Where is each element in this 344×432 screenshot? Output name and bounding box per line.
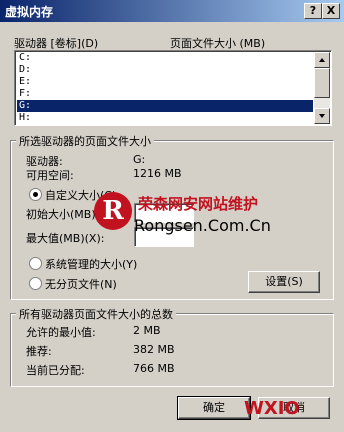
- min-allowed-label: 允许的最小值:: [26, 326, 96, 339]
- watermark-brand-cn: 荣森网安网站维护: [138, 195, 259, 213]
- recommended-label: 推荐:: [26, 345, 52, 358]
- triangle-up-icon: [319, 58, 325, 62]
- system-managed-label: 系统管理的大小(Y): [45, 258, 138, 271]
- ok-button[interactable]: 确定: [177, 396, 251, 420]
- watermark-logo: R: [94, 192, 132, 230]
- free-space-label: 可用空间:: [26, 169, 74, 182]
- title-bar: 虚拟内存 ? X: [0, 0, 344, 22]
- scroll-down-button[interactable]: [314, 108, 330, 124]
- selected-drive-value: G:: [133, 153, 146, 166]
- initial-size-label: 初始大小(MB): [26, 208, 96, 221]
- min-allowed-value: 2 MB: [133, 324, 161, 337]
- drive-row-f[interactable]: F:: [17, 88, 313, 100]
- window-title: 虚拟内存: [5, 5, 54, 19]
- currently-allocated-label: 当前已分配:: [26, 364, 85, 377]
- custom-size-radio[interactable]: [29, 188, 42, 201]
- help-button[interactable]: ?: [304, 3, 322, 19]
- drive-row-c[interactable]: C:: [17, 52, 313, 64]
- scroll-thumb[interactable]: [314, 68, 330, 98]
- drive-row-h[interactable]: H:: [17, 112, 313, 124]
- drive-row-e[interactable]: E:: [17, 76, 313, 88]
- set-button[interactable]: 设置(S): [248, 271, 320, 293]
- watermark-brand-url: Rongsen.Com.Cn: [134, 216, 271, 235]
- drive-list[interactable]: C: D: E: F: G: H:: [14, 50, 332, 126]
- drive-row-d[interactable]: D:: [17, 64, 313, 76]
- scroll-up-button[interactable]: [314, 52, 330, 68]
- free-space-value: 1216 MB: [133, 167, 182, 180]
- currently-allocated-value: 766 MB: [133, 362, 175, 375]
- triangle-down-icon: [319, 114, 325, 118]
- system-managed-radio[interactable]: [29, 257, 42, 270]
- total-size-group-title: 所有驱动器页面文件大小的总数: [16, 306, 176, 322]
- drive-row-g[interactable]: G:: [17, 100, 313, 112]
- paging-size-column-header: 页面文件大小 (MB): [170, 37, 266, 50]
- watermark-corner: WXIO: [244, 398, 300, 419]
- max-size-label: 最大值(MB)(X):: [26, 232, 105, 245]
- recommended-value: 382 MB: [133, 343, 175, 356]
- no-paging-radio[interactable]: [29, 277, 42, 290]
- close-button[interactable]: X: [322, 3, 340, 19]
- selected-drive-group-title: 所选驱动器的页面文件大小: [16, 133, 154, 149]
- no-paging-label: 无分页文件(N): [45, 278, 117, 291]
- drive-list-scrollbar[interactable]: [314, 52, 330, 124]
- drive-column-header: 驱动器 [卷标](D): [14, 37, 99, 50]
